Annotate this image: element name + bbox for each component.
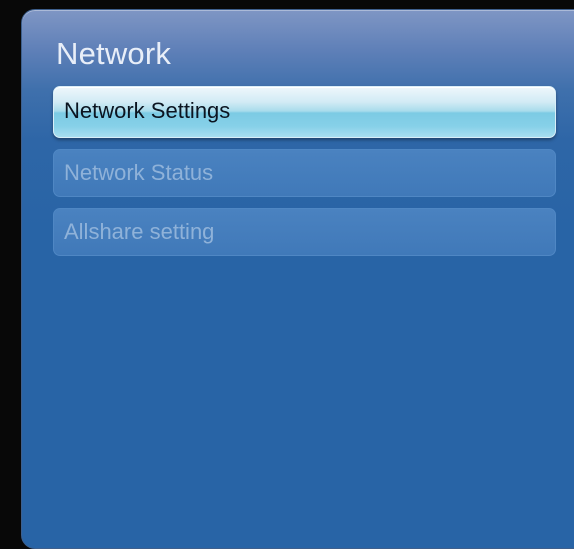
network-menu-panel: Network Network Settings Network Status …	[21, 9, 574, 549]
menu-item-network-settings[interactable]: Network Settings	[53, 86, 556, 138]
network-menu-list: Network Settings Network Status Allshare…	[53, 86, 556, 267]
menu-item-label: Allshare setting	[64, 219, 215, 244]
menu-item-label: Network Settings	[64, 98, 231, 123]
menu-item-allshare-setting[interactable]: Allshare setting	[53, 208, 556, 256]
panel-title: Network	[56, 36, 172, 71]
menu-item-label: Network Status	[64, 160, 214, 185]
menu-item-network-status[interactable]: Network Status	[53, 149, 556, 197]
